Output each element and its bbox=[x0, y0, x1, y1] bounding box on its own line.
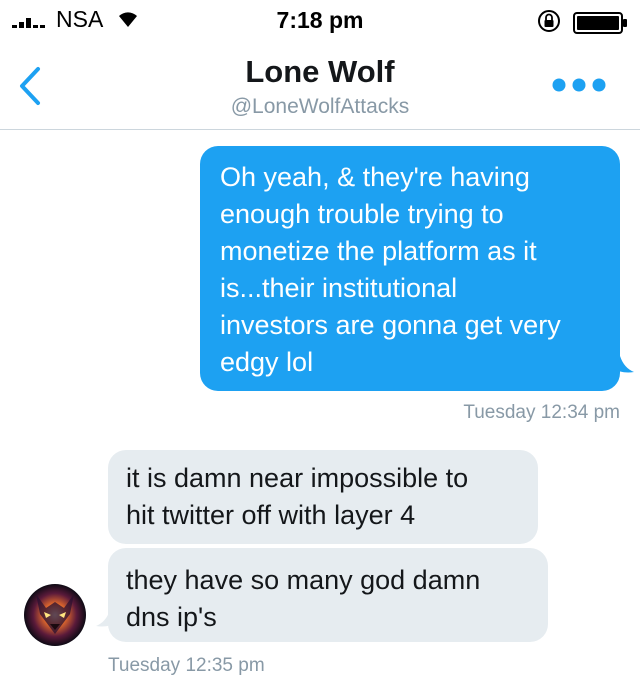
received-timestamp: Tuesday 12:35 pm bbox=[108, 655, 265, 676]
message-line: is...their institutional bbox=[220, 273, 458, 303]
page-title: Lone Wolf bbox=[245, 54, 395, 89]
message-line: investors are gonna get very bbox=[220, 310, 561, 340]
sent-bubble-tail bbox=[612, 356, 634, 373]
sent-message-bubble[interactable]: Oh yeah, & they're having enough trouble… bbox=[200, 146, 620, 391]
message-line: dns ip's bbox=[126, 602, 217, 632]
message-line: monetize the platform as it bbox=[220, 236, 537, 266]
status-bar: NSA 7:18 pm bbox=[0, 0, 640, 40]
sent-timestamp: Tuesday 12:34 pm bbox=[463, 402, 620, 423]
received-message-bubble[interactable]: it is damn near impossible to hit twitte… bbox=[108, 450, 538, 544]
message-line: edgy lol bbox=[220, 347, 314, 377]
user-handle: @LoneWolfAttacks bbox=[230, 95, 410, 118]
message-line: they have so many god damn bbox=[126, 565, 481, 595]
message-line: enough trouble trying to bbox=[220, 199, 504, 229]
message-line: it is damn near impossible to bbox=[126, 463, 469, 493]
conversation-header: Lone Wolf @LoneWolfAttacks bbox=[0, 40, 640, 130]
received-message-bubble[interactable]: they have so many god damn dns ip's bbox=[108, 548, 548, 642]
message-line: Oh yeah, & they're having bbox=[220, 162, 530, 192]
avatar[interactable] bbox=[24, 584, 86, 646]
received-bubble-tail bbox=[96, 610, 118, 627]
message-line: hit twitter off with layer 4 bbox=[126, 500, 416, 530]
battery-icon bbox=[573, 12, 627, 34]
more-dots-icon[interactable] bbox=[552, 78, 606, 92]
rotation-lock-icon bbox=[538, 10, 560, 32]
wolf-avatar-icon bbox=[24, 584, 86, 646]
